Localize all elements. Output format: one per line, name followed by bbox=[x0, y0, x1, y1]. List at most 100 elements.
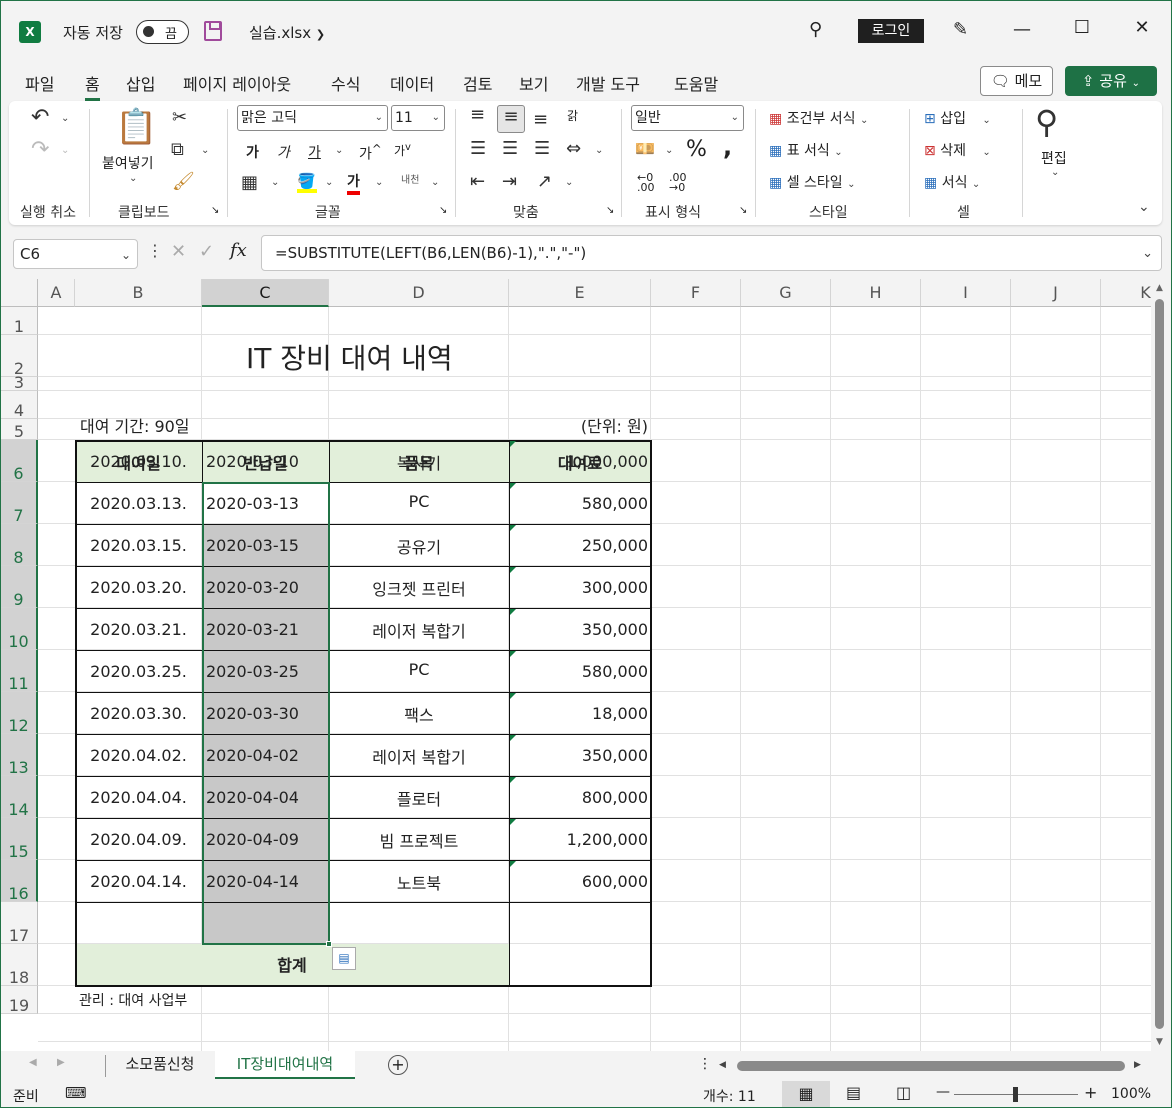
item-cell[interactable]: 빔 프로젝트 bbox=[329, 828, 509, 852]
rent-date-cell[interactable]: 2020.04.09. bbox=[75, 830, 202, 849]
font-color-dropdown-icon[interactable]: ⌄ bbox=[375, 177, 383, 188]
column-header-d[interactable]: D bbox=[329, 279, 509, 307]
menu-data[interactable]: 데이터 bbox=[390, 71, 434, 95]
tab-scroll-right-icon[interactable]: ▶ bbox=[57, 1057, 65, 1068]
search-icon[interactable]: ⚲ bbox=[809, 19, 822, 40]
column-header-k[interactable]: K bbox=[1101, 279, 1151, 307]
search-icon[interactable]: ⚲ bbox=[1035, 103, 1058, 141]
orientation-icon[interactable]: ↗ bbox=[537, 171, 552, 192]
conditional-format-button[interactable]: ▦ 조건부 서식 ⌄ bbox=[769, 108, 868, 128]
wrap-text-button[interactable]: 갉 bbox=[567, 107, 578, 124]
rent-date-cell[interactable]: 2020.03.10. bbox=[75, 452, 202, 471]
login-button[interactable]: 로그인 bbox=[858, 19, 924, 43]
phonetic-dropdown-icon[interactable]: ⌄ bbox=[431, 177, 439, 188]
column-header-e[interactable]: E bbox=[509, 279, 651, 307]
horizontal-scroll-thumb[interactable] bbox=[737, 1061, 1125, 1071]
rent-date-cell[interactable]: 2020.03.25. bbox=[75, 662, 202, 681]
menu-home[interactable]: 홈 bbox=[85, 71, 100, 101]
rent-date-cell[interactable]: 2020.03.15. bbox=[75, 536, 202, 555]
cut-icon[interactable]: ✂ bbox=[172, 107, 187, 128]
file-name[interactable]: 실습.xlsx ❯ bbox=[249, 22, 325, 43]
zoom-slider-thumb[interactable] bbox=[1013, 1087, 1018, 1102]
bold-button[interactable]: 가 bbox=[246, 142, 259, 162]
return-date-cell[interactable]: 2020-03-30 bbox=[206, 704, 329, 723]
decrease-decimal-icon[interactable]: .00 →0 bbox=[669, 172, 687, 193]
page-break-view-icon[interactable]: ◫ bbox=[896, 1083, 911, 1102]
underline-button[interactable]: 가 bbox=[308, 142, 321, 162]
column-header-g[interactable]: G bbox=[741, 279, 831, 307]
scroll-up-icon[interactable]: ▲ bbox=[1156, 283, 1163, 293]
menu-view[interactable]: 보기 bbox=[519, 71, 548, 95]
pen-icon[interactable]: ✎ bbox=[953, 19, 968, 40]
dialog-launcher-icon[interactable]: ↘ bbox=[606, 205, 614, 216]
shrink-font-button[interactable]: 가v bbox=[394, 142, 411, 159]
hscroll-right-icon[interactable]: ▶ bbox=[1134, 1060, 1141, 1070]
row-header-2[interactable]: 2 bbox=[1, 335, 38, 378]
row-header-10[interactable]: 10 bbox=[1, 608, 38, 651]
percent-button[interactable]: % bbox=[686, 137, 707, 162]
increase-indent-icon[interactable]: ⇥ bbox=[502, 171, 517, 192]
item-cell[interactable]: 레이저 복합기 bbox=[329, 744, 509, 768]
row-header-6[interactable]: 6 bbox=[1, 440, 38, 483]
row-header-15[interactable]: 15 bbox=[1, 818, 38, 861]
page-layout-view-icon[interactable]: ▤ bbox=[846, 1083, 861, 1102]
cancel-icon[interactable]: ✕ bbox=[171, 241, 186, 262]
redo-icon[interactable]: ↷ bbox=[31, 137, 49, 162]
column-header-a[interactable]: A bbox=[38, 279, 75, 307]
align-center-icon[interactable]: ☰ bbox=[502, 138, 518, 159]
fee-cell[interactable]: 1,000,000 bbox=[509, 452, 648, 471]
edit-button[interactable]: 편집 bbox=[1041, 148, 1067, 168]
column-header-j[interactable]: J bbox=[1011, 279, 1101, 307]
item-cell[interactable]: 레이저 복합기 bbox=[329, 618, 509, 642]
format-cells-button[interactable]: ▦ 서식 ⌄ bbox=[924, 172, 980, 192]
fee-cell[interactable]: 580,000 bbox=[509, 662, 648, 681]
italic-button[interactable]: 가 bbox=[277, 142, 290, 162]
font-color-button[interactable]: 가 bbox=[347, 171, 360, 195]
insert-cells-button[interactable]: ⊞ 삽입 ⌄ bbox=[924, 108, 991, 128]
dialog-launcher-icon[interactable]: ↘ bbox=[739, 205, 747, 216]
dialog-launcher-icon[interactable]: ↘ bbox=[439, 205, 447, 216]
fee-cell[interactable]: 800,000 bbox=[509, 788, 648, 807]
row-header-3[interactable]: 3 bbox=[1, 375, 38, 391]
row-header-17[interactable]: 17 bbox=[1, 902, 38, 945]
item-cell[interactable]: PC bbox=[329, 660, 509, 679]
zoom-in-icon[interactable]: + bbox=[1084, 1083, 1097, 1102]
align-left-icon[interactable]: ☰ bbox=[470, 138, 486, 159]
font-size-select[interactable]: 11 ⌄ bbox=[391, 105, 445, 131]
return-date-cell[interactable]: 2020-03-21 bbox=[206, 620, 329, 639]
menu-help[interactable]: 도움말 bbox=[674, 71, 718, 95]
row-header-16[interactable]: 16 bbox=[1, 860, 38, 903]
return-date-cell[interactable]: 2020-04-09 bbox=[206, 830, 329, 849]
return-date-cell[interactable]: 2020-03-25 bbox=[206, 662, 329, 681]
return-date-cell[interactable]: 2020-03-10 bbox=[206, 452, 329, 471]
item-cell[interactable]: 공유기 bbox=[329, 534, 509, 558]
close-icon[interactable]: ✕ bbox=[1122, 17, 1162, 38]
delete-cells-button[interactable]: ⊠ 삭제 ⌄ bbox=[924, 140, 991, 160]
return-date-cell[interactable]: 2020-03-15 bbox=[206, 536, 329, 555]
quick-analysis-icon[interactable]: ▤ bbox=[332, 947, 356, 970]
return-date-cell[interactable]: 2020-04-14 bbox=[206, 872, 329, 891]
edit-dropdown-icon[interactable]: ⌄ bbox=[1051, 167, 1059, 178]
more-icon[interactable]: ⋮ bbox=[147, 241, 163, 260]
minimize-icon[interactable]: — bbox=[1002, 19, 1042, 40]
row-header-18[interactable]: 18 bbox=[1, 944, 38, 987]
orientation-dropdown-icon[interactable]: ⌄ bbox=[565, 177, 573, 188]
share-button[interactable]: ⇪ 공유 ⌄ bbox=[1065, 66, 1157, 96]
cell-style-button[interactable]: ▦ 셀 스타일 ⌄ bbox=[769, 172, 856, 192]
undo-dropdown-icon[interactable]: ⌄ bbox=[61, 113, 69, 124]
name-box[interactable]: C6 ⌄ bbox=[13, 239, 138, 269]
menu-insert[interactable]: 삽입 bbox=[126, 71, 155, 95]
column-header-i[interactable]: I bbox=[921, 279, 1011, 307]
merge-center-icon[interactable]: ⇔ bbox=[566, 138, 581, 159]
column-header-h[interactable]: H bbox=[831, 279, 921, 307]
return-date-cell[interactable]: 2020-04-02 bbox=[206, 746, 329, 765]
select-all-corner[interactable] bbox=[1, 279, 38, 307]
row-header-8[interactable]: 8 bbox=[1, 524, 38, 567]
undo-icon[interactable]: ↶ bbox=[31, 105, 49, 130]
return-date-cell[interactable]: 2020-03-20 bbox=[206, 578, 329, 597]
insert-function-icon[interactable]: fx bbox=[230, 240, 247, 261]
fee-cell[interactable]: 580,000 bbox=[509, 494, 648, 513]
decrease-indent-icon[interactable]: ⇤ bbox=[470, 171, 485, 192]
formula-input[interactable]: =SUBSTITUTE(LEFT(B6,LEN(B6)-1),".","-") ⌄ bbox=[261, 235, 1162, 271]
scroll-down-icon[interactable]: ▼ bbox=[1156, 1037, 1163, 1047]
